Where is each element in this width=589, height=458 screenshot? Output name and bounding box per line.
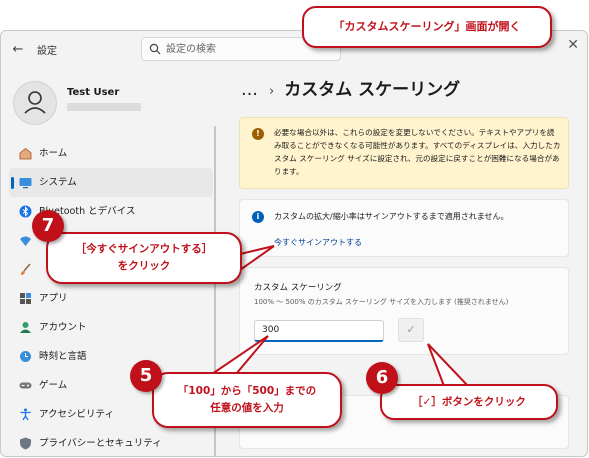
- arrow-step5: [208, 335, 269, 375]
- arrow-step7: [239, 245, 275, 272]
- callout-step7-line1: ［今すぐサインアウトする］: [75, 243, 213, 255]
- callout-step5-line1: 「100」から「500」までの: [177, 385, 317, 397]
- step-number-7: 7: [32, 210, 64, 242]
- callout-step5-line2: 任意の値を入力: [210, 402, 284, 414]
- arrow-step6: [427, 343, 471, 387]
- step-number-5: 5: [130, 360, 162, 392]
- callout-step5: 「100」から「500」までの 任意の値を入力: [152, 372, 342, 428]
- callout-step7: ［今すぐサインアウトする］ をクリック: [46, 232, 242, 284]
- step-number-6: 6: [366, 362, 398, 394]
- callout-step7-line2: をクリック: [117, 260, 171, 272]
- callout-screen-opens: 「カスタムスケーリング」画面が開く: [302, 6, 552, 48]
- callout-step6: ［✓］ボタンをクリック: [380, 384, 558, 420]
